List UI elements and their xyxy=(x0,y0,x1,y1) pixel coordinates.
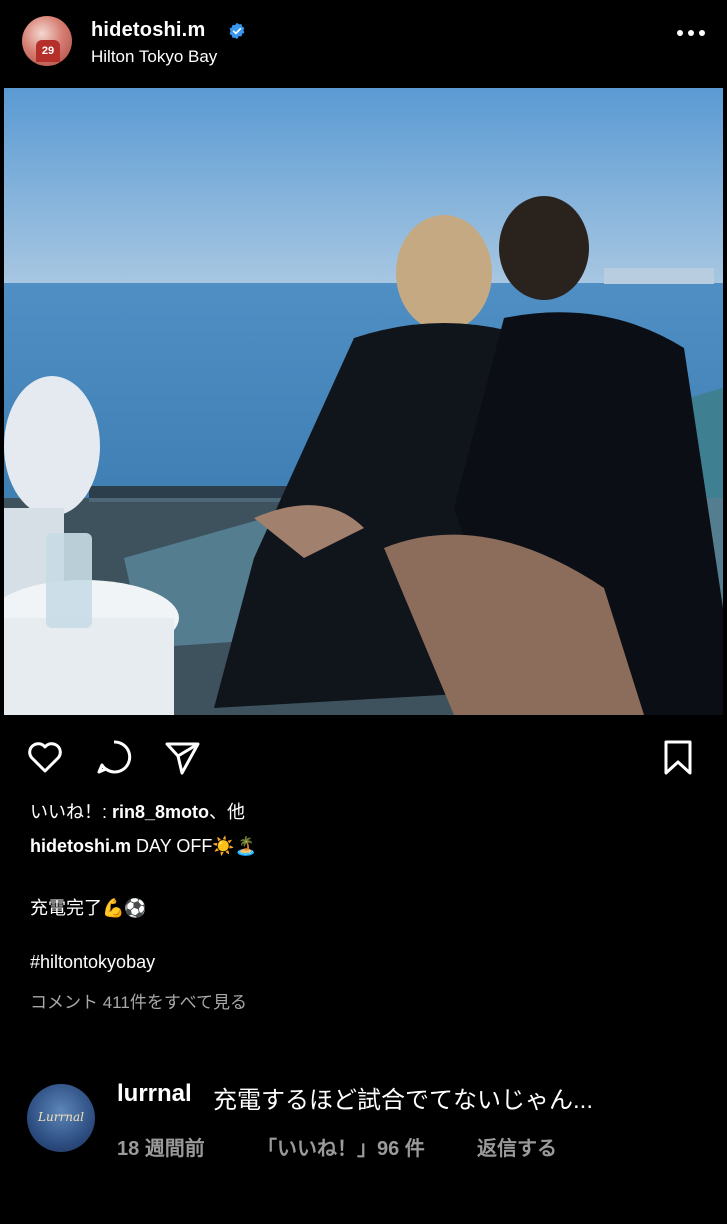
comment-avatar[interactable]: Lurrnal xyxy=(27,1084,95,1152)
caption-line-2: 充電完了💪⚽ xyxy=(30,898,147,918)
likes-summary[interactable]: いいね！: rin8_8moto、他 xyxy=(30,798,245,824)
likes-prefix: いいね！: xyxy=(30,802,113,822)
comment-username[interactable]: lurrnal xyxy=(117,1080,192,1108)
caption-username[interactable]: hidetoshi.m xyxy=(30,836,131,856)
post-username[interactable]: hidetoshi.m xyxy=(91,19,205,42)
comment-time: 18 週間前 xyxy=(117,1138,205,1160)
more-dots-icon[interactable] xyxy=(676,28,706,38)
caption: hidetoshi.m DAY OFF☀️🏝️ xyxy=(30,836,257,857)
likes-user[interactable]: rin8_8moto xyxy=(112,802,209,822)
verified-badge-icon xyxy=(229,22,245,40)
heart-icon[interactable] xyxy=(25,737,65,777)
post-location[interactable]: Hilton Tokyo Bay xyxy=(91,47,217,67)
comment-icon[interactable] xyxy=(94,737,134,777)
comment-likes-count[interactable]: 「いいね！」96 件 xyxy=(257,1132,425,1161)
bookmark-icon[interactable] xyxy=(658,737,698,777)
avatar-jersey-number: 29 xyxy=(36,40,60,62)
send-icon[interactable] xyxy=(162,737,202,777)
view-all-comments-link[interactable]: コメント 411件をすべて見る xyxy=(30,988,247,1013)
likes-suffix: 、他 xyxy=(209,802,246,822)
hashtag-link[interactable]: #hiltontokyobay xyxy=(30,952,155,973)
reply-button[interactable]: 返信する xyxy=(477,1132,557,1161)
caption-text: DAY OFF☀️🏝️ xyxy=(136,836,258,856)
comment-text: 充電するほど試合でてないじゃん... xyxy=(213,1087,594,1114)
post-photo[interactable] xyxy=(4,88,723,715)
comment-avatar-text: Lurrnal xyxy=(38,1110,84,1124)
profile-avatar[interactable]: 29 xyxy=(22,16,72,66)
